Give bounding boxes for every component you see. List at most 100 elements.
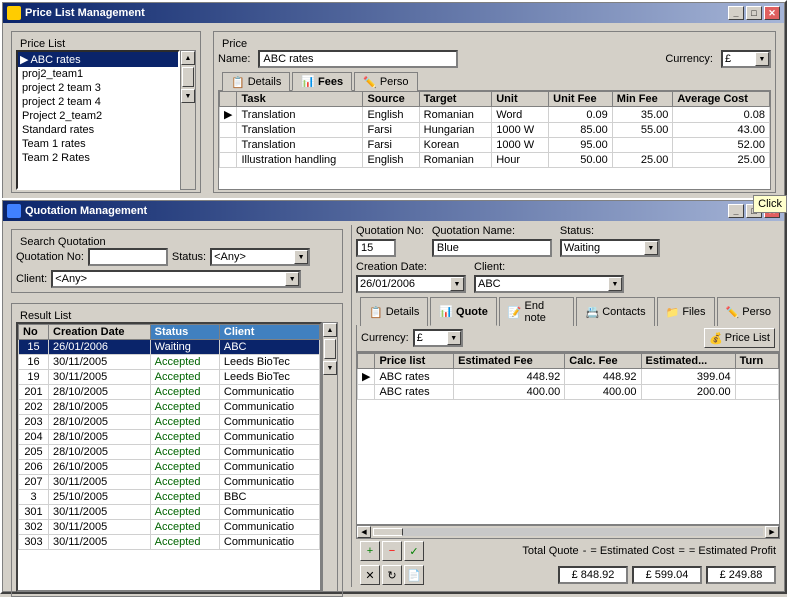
detail-details-tab[interactable]: 📋 Details <box>360 297 428 326</box>
status-header[interactable]: Status <box>150 325 219 340</box>
refresh-btn[interactable]: ↻ <box>382 565 402 585</box>
client-dropdown-btn[interactable]: ▼ <box>285 272 299 286</box>
unit-header[interactable]: Unit <box>492 92 549 107</box>
quot-no-input[interactable] <box>88 248 168 266</box>
detail-details-label: Details <box>386 306 420 318</box>
client-combo[interactable]: <Any> ▼ <box>51 270 301 288</box>
status-combo[interactable]: <Any> ▼ <box>210 248 310 266</box>
scroll-up-btn[interactable]: ▲ <box>181 51 195 65</box>
price-list-close-btn[interactable]: ✕ <box>764 6 780 20</box>
detail-currency-dropdown[interactable]: ▼ <box>447 331 461 345</box>
result-table-row[interactable]: 20730/11/2005AcceptedCommunicatio <box>19 475 320 490</box>
result-table-row[interactable]: 325/10/2005AcceptedBBC <box>19 490 320 505</box>
result-scroll-down[interactable]: ▼ <box>323 361 337 375</box>
price-list-item-1[interactable]: proj2_team1 <box>18 67 178 81</box>
status-dropdown-btn[interactable]: ▼ <box>294 250 308 264</box>
detail-quot-name-input[interactable] <box>432 239 552 257</box>
detail-date-dropdown[interactable]: ▼ <box>450 277 464 291</box>
detail-date-combo[interactable]: 26/01/2006 ▼ <box>356 275 466 293</box>
result-table-row[interactable]: 1930/11/2005AcceptedLeeds BioTec <box>19 370 320 385</box>
source-header[interactable]: Source <box>363 92 419 107</box>
result-table-row[interactable]: 30130/11/2005AcceptedCommunicatio <box>19 505 320 520</box>
price-list-item-6[interactable]: Team 1 rates <box>18 137 178 151</box>
horiz-scroll-right[interactable]: ▶ <box>765 526 779 538</box>
price-list-detail-row[interactable]: ▶ABC rates448.92448.92399.04 <box>358 369 779 385</box>
result-table-row[interactable]: 20528/10/2005AcceptedCommunicatio <box>19 445 320 460</box>
perso-tab[interactable]: ✏️ Perso <box>354 72 417 91</box>
check-btn[interactable]: ✓ <box>404 541 424 561</box>
result-table-row[interactable]: 20328/10/2005AcceptedCommunicatio <box>19 415 320 430</box>
currency-dropdown-btn[interactable]: ▼ <box>755 52 769 66</box>
avg-cost-header[interactable]: Average Cost <box>673 92 770 107</box>
no-header[interactable]: No <box>19 325 49 340</box>
price-list-item-5[interactable]: Standard rates <box>18 123 178 137</box>
detail-currency-combo[interactable]: £ ▼ <box>413 329 463 347</box>
name-label: Name: <box>218 53 250 65</box>
price-table-row[interactable]: TranslationFarsiKorean1000 W95.0052.00 <box>220 138 770 153</box>
price-list-item-7[interactable]: Team 2 Rates <box>18 151 178 165</box>
price-list-minimize-btn[interactable]: _ <box>728 6 744 20</box>
price-list-maximize-btn[interactable]: □ <box>746 6 762 20</box>
client-header[interactable]: Client <box>219 325 319 340</box>
price-list-item-4[interactable]: Project 2_team2 <box>18 109 178 123</box>
detail-client-dropdown[interactable]: ▼ <box>608 277 622 291</box>
file-btn[interactable]: 📄 <box>404 565 424 585</box>
min-fee-header[interactable]: Min Fee <box>612 92 673 107</box>
scroll-thumb[interactable] <box>182 67 194 87</box>
delete-btn[interactable]: ✕ <box>360 565 380 585</box>
detail-contacts-tab[interactable]: 📇 Contacts <box>576 297 654 326</box>
price-table-row[interactable]: Illustration handlingEnglishRomanianHour… <box>220 153 770 168</box>
fees-tab[interactable]: 📊 Fees <box>292 72 352 91</box>
price-table-row[interactable]: TranslationFarsiHungarian1000 W85.0055.0… <box>220 123 770 138</box>
price-list-scrollbar[interactable]: ▲ ▼ <box>180 50 196 190</box>
client-label-search: Client: <box>16 273 47 285</box>
horiz-scrollbar[interactable]: ◀ ▶ <box>356 525 780 539</box>
price-list-item-0[interactable]: ▶ ABC rates <box>18 52 178 67</box>
name-input[interactable] <box>258 50 458 68</box>
pl-estimated-header[interactable]: Estimated... <box>641 354 735 369</box>
detail-status-combo[interactable]: Waiting ▼ <box>560 239 660 257</box>
currency-combo[interactable]: £ ▼ <box>721 50 771 68</box>
creation-date-header[interactable]: Creation Date <box>49 325 151 340</box>
detail-client-combo[interactable]: ABC ▼ <box>474 275 624 293</box>
result-scrollbar[interactable]: ▲ ▼ <box>322 322 338 592</box>
price-list-listbox[interactable]: ▶ ABC rates proj2_team1 project 2 team 3… <box>16 50 180 190</box>
detail-quot-no-input[interactable] <box>356 239 396 257</box>
result-table-row[interactable]: 30230/11/2005AcceptedCommunicatio <box>19 520 320 535</box>
detail-status-dropdown[interactable]: ▼ <box>644 241 658 255</box>
unit-fee-header[interactable]: Unit Fee <box>549 92 613 107</box>
detail-files-tab[interactable]: 📁 Files <box>657 297 715 326</box>
detail-quote-tab[interactable]: 📊 Quote <box>430 297 496 326</box>
pl-turn-header[interactable]: Turn <box>735 354 778 369</box>
price-list-item-3[interactable]: project 2 team 4 <box>18 95 178 109</box>
details-tab[interactable]: 📋 Details <box>222 72 290 91</box>
result-table-row[interactable]: 20626/10/2005AcceptedCommunicatio <box>19 460 320 475</box>
detail-perso-tab[interactable]: ✏️ Perso <box>717 297 780 326</box>
quot-minimize-btn[interactable]: _ <box>728 204 744 218</box>
price-list-detail-row[interactable]: ABC rates400.00400.00200.00 <box>358 385 779 400</box>
task-header[interactable]: Task <box>237 92 363 107</box>
status-value: <Any> <box>212 250 294 264</box>
result-scroll-thumb[interactable] <box>324 339 336 359</box>
horiz-scroll-left[interactable]: ◀ <box>357 526 371 538</box>
result-scroll-up[interactable]: ▲ <box>323 323 337 337</box>
result-table-row[interactable]: 1526/01/2006WaitingABC <box>19 340 320 355</box>
pl-calcfee-header[interactable]: Calc. Fee <box>565 354 641 369</box>
remove-btn[interactable]: − <box>382 541 402 561</box>
price-table-row[interactable]: ▶TranslationEnglishRomanianWord0.0935.00… <box>220 107 770 123</box>
pl-estfee-header[interactable]: Estimated Fee <box>454 354 565 369</box>
result-table-row[interactable]: 20228/10/2005AcceptedCommunicatio <box>19 400 320 415</box>
target-header[interactable]: Target <box>419 92 492 107</box>
detail-endnote-tab[interactable]: 📝 End note <box>499 297 575 326</box>
result-table-row[interactable]: 30330/11/2005AcceptedCommunicatio <box>19 535 320 550</box>
result-table-row[interactable]: 20128/10/2005AcceptedCommunicatio <box>19 385 320 400</box>
scroll-down-btn[interactable]: ▼ <box>181 89 195 103</box>
price-list-btn[interactable]: 💰 Price List <box>704 328 775 348</box>
horiz-scroll-thumb[interactable] <box>373 528 403 536</box>
price-list-item-2[interactable]: project 2 team 3 <box>18 81 178 95</box>
result-table-row[interactable]: 20428/10/2005AcceptedCommunicatio <box>19 430 320 445</box>
price-tab-bar: 📋 Details 📊 Fees ✏️ Perso <box>218 72 771 91</box>
result-table-row[interactable]: 1630/11/2005AcceptedLeeds BioTec <box>19 355 320 370</box>
pl-pricelist-header[interactable]: Price list <box>375 354 454 369</box>
add-btn[interactable]: + <box>360 541 380 561</box>
